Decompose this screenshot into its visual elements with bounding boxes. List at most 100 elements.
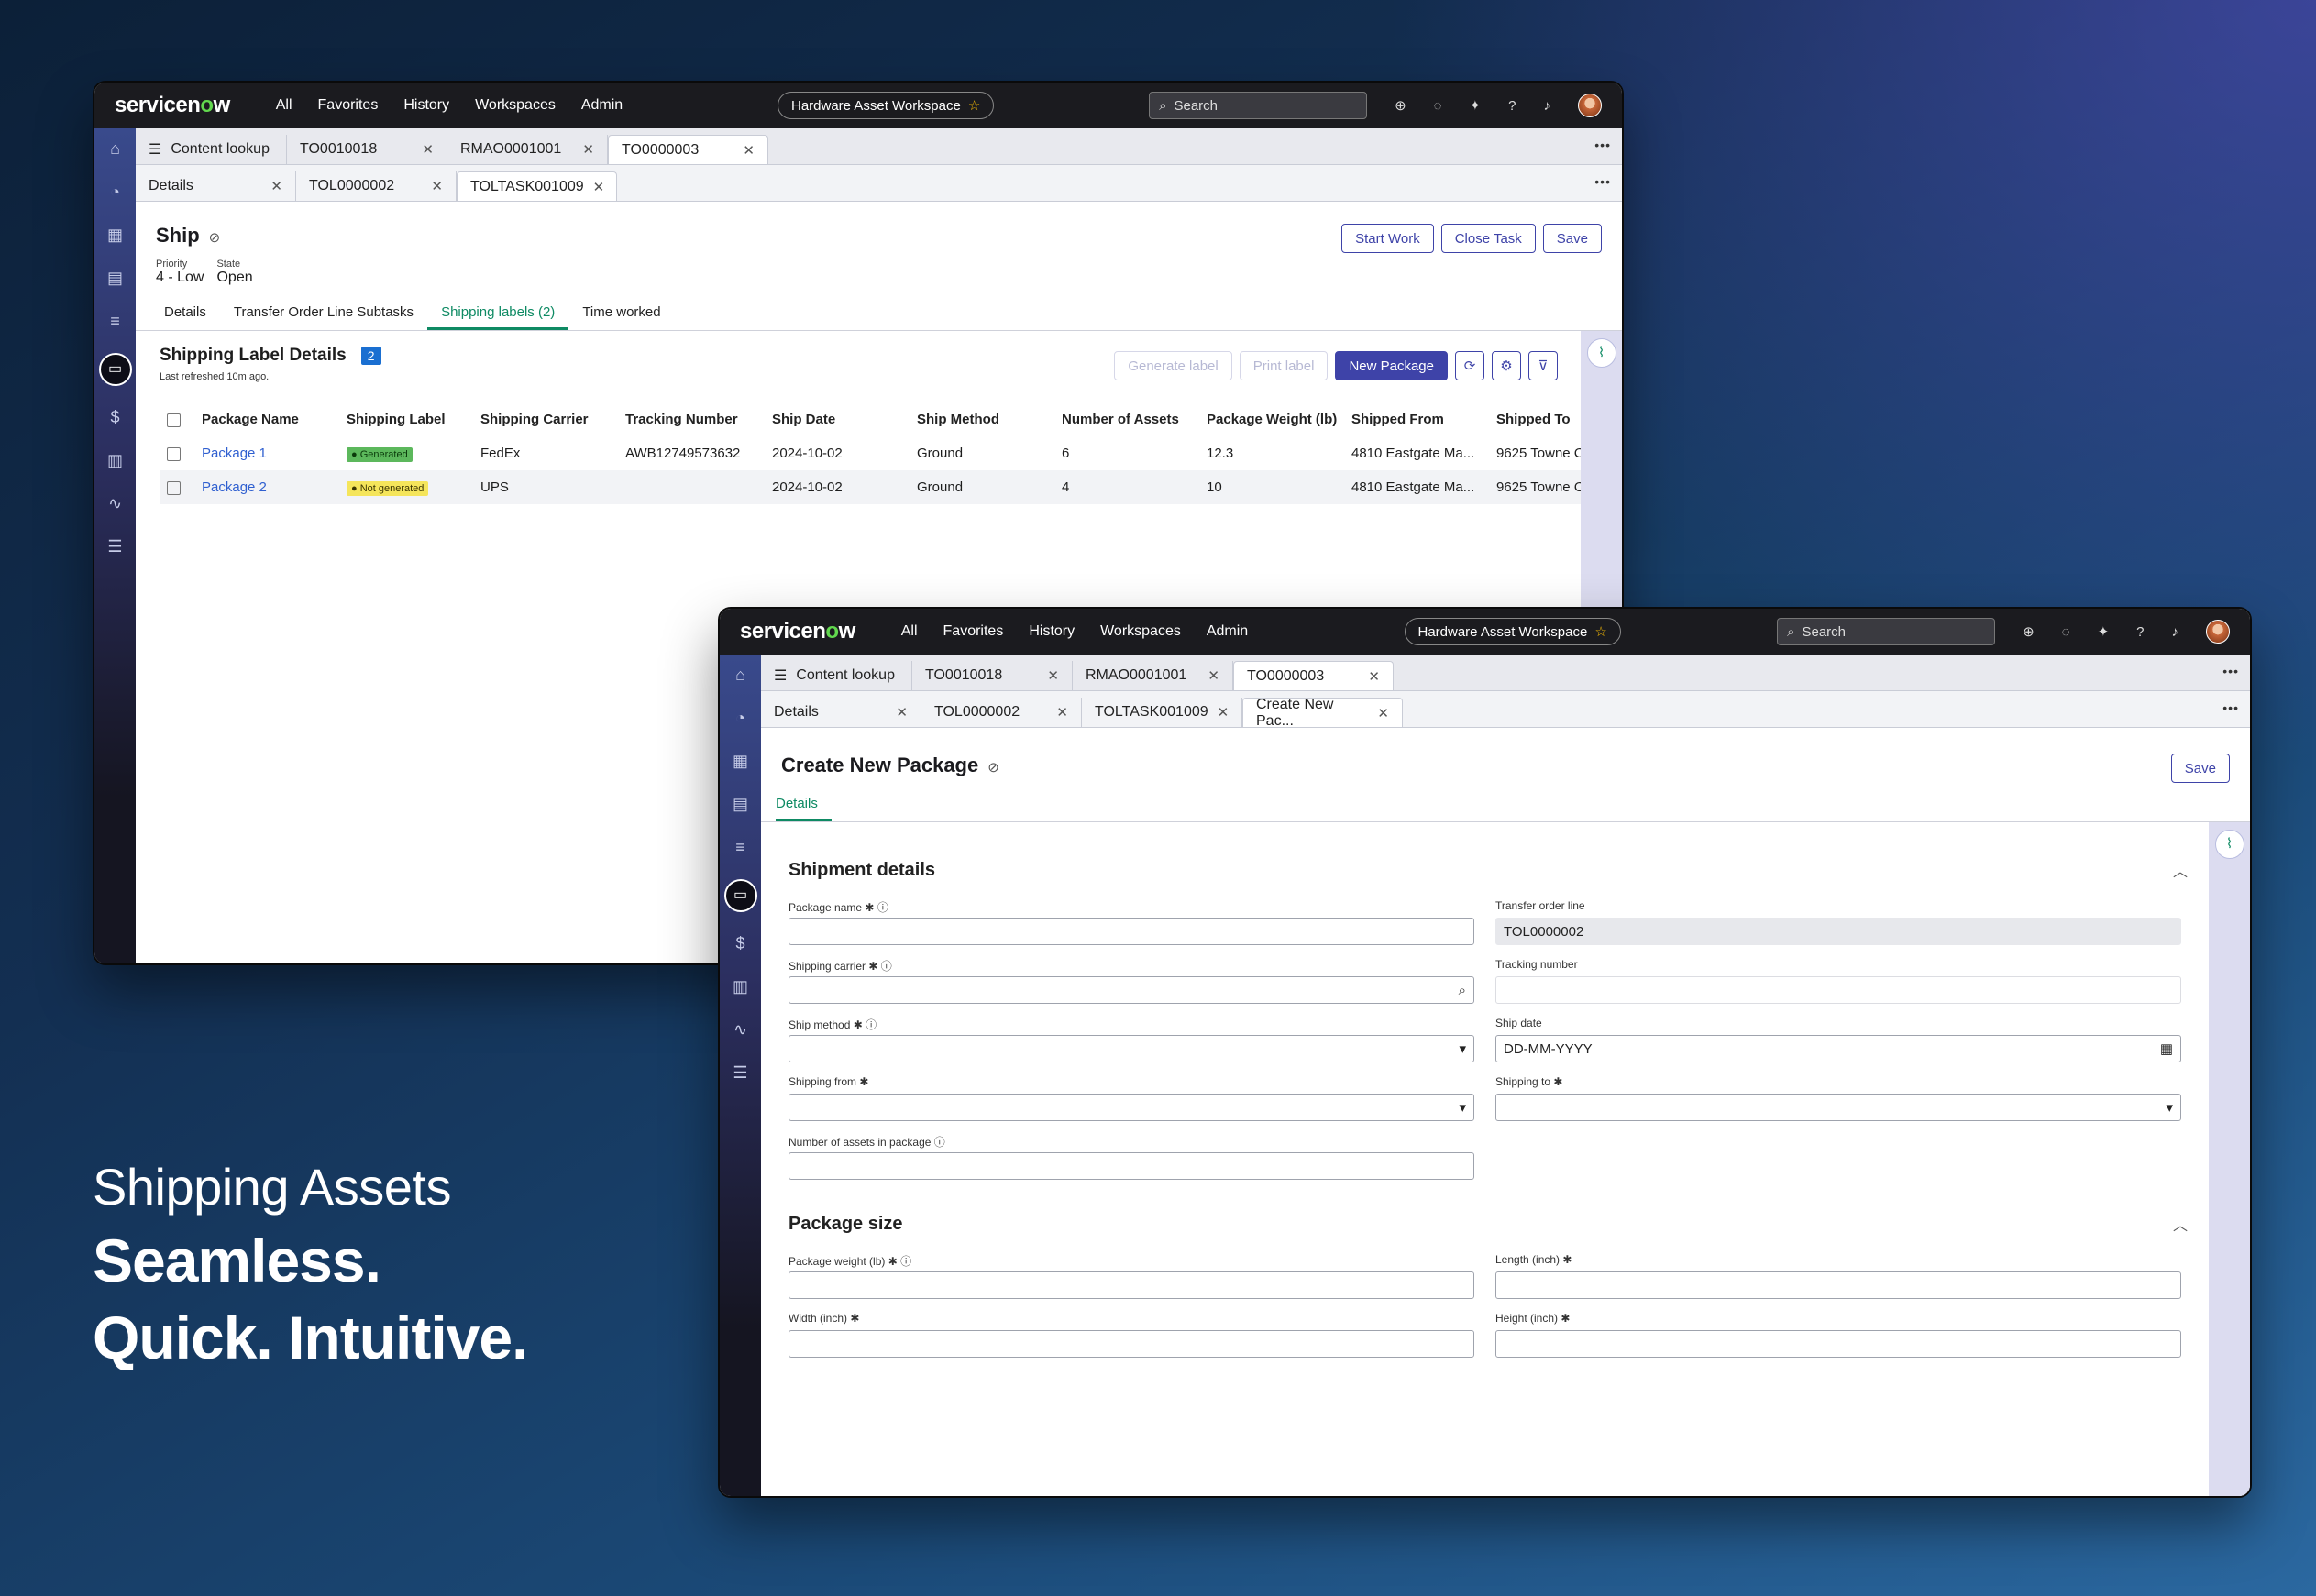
info-icon[interactable]: ⓘ	[934, 1136, 945, 1149]
nav-all[interactable]: All	[901, 623, 918, 640]
tracking-number-input[interactable]	[1495, 976, 2181, 1004]
ship-method-select[interactable]: ▾	[789, 1035, 1474, 1062]
nav-workspaces[interactable]: Workspaces	[475, 97, 556, 114]
column-header[interactable]: Shipped From	[1344, 402, 1489, 436]
tab-to0000003[interactable]: TO0000003 ✕	[608, 135, 768, 164]
start-work-button[interactable]: Start Work	[1341, 224, 1434, 253]
tab-to0010018[interactable]: TO0010018 ✕	[912, 661, 1073, 690]
books-icon[interactable]: ▥	[728, 975, 754, 998]
sliders-icon[interactable]: ≡	[728, 836, 754, 859]
tab-shipping-labels[interactable]: Shipping labels (2)	[427, 304, 569, 330]
close-icon[interactable]: ✕	[1047, 667, 1059, 684]
nav-history[interactable]: History	[403, 97, 449, 114]
tab-toltask001009[interactable]: TOLTASK001009 ✕	[457, 171, 617, 201]
more-icon[interactable]: •••	[1594, 138, 1611, 152]
shipping-to-select[interactable]: ▾	[1495, 1094, 2181, 1121]
workspace-pill[interactable]: Hardware Asset Workspace ☆	[1404, 618, 1621, 645]
row-checkbox[interactable]	[167, 446, 181, 461]
height-input[interactable]	[1495, 1330, 2181, 1358]
nav-favorites[interactable]: Favorites	[943, 623, 1004, 640]
tab-transfer-order-line-subtasks[interactable]: Transfer Order Line Subtasks	[220, 304, 427, 330]
global-search-input[interactable]: ⌕ Search	[1149, 92, 1368, 119]
shipping-carrier-input[interactable]: ⌕	[789, 976, 1474, 1004]
more-icon[interactable]: •••	[2222, 700, 2239, 715]
tab-rmao0001001[interactable]: RMAO0001001 ✕	[447, 135, 608, 164]
row-checkbox[interactable]	[167, 480, 181, 495]
shipping-from-select[interactable]: ▾	[789, 1094, 1474, 1121]
tab-rmao0001001[interactable]: RMAO0001001 ✕	[1073, 661, 1233, 690]
refresh-icon[interactable]: ⟳	[1455, 351, 1484, 380]
nav-all[interactable]: All	[276, 97, 292, 114]
close-icon[interactable]: ✕	[593, 179, 605, 195]
close-icon[interactable]: ✕	[1056, 704, 1068, 721]
save-button[interactable]: Save	[1542, 224, 1602, 253]
sliders-icon[interactable]: ≡	[103, 310, 128, 333]
close-icon[interactable]: ✕	[270, 178, 282, 194]
nav-history[interactable]: History	[1029, 623, 1075, 640]
close-icon[interactable]: ✕	[896, 704, 908, 721]
clipboard-icon[interactable]: ▤	[103, 267, 128, 290]
info-icon[interactable]: ⓘ	[900, 1255, 911, 1268]
tab-to0000003[interactable]: TO0000003 ✕	[1233, 661, 1394, 690]
tag-icon[interactable]: ⊘	[209, 230, 221, 246]
column-header[interactable]: Ship Date	[765, 402, 910, 436]
gear-icon[interactable]: ⚙	[1492, 351, 1521, 380]
help-icon[interactable]: ?	[2136, 624, 2144, 640]
star-icon[interactable]: ☆	[968, 97, 980, 114]
search-icon[interactable]: ⌕	[1459, 983, 1466, 998]
globe-icon[interactable]: ⊕	[1395, 97, 1406, 114]
global-search-input[interactable]: ⌕ Search	[1777, 618, 1996, 645]
package-link[interactable]: Package 1	[194, 436, 339, 470]
truck-icon[interactable]: ▭	[98, 353, 132, 386]
info-icon[interactable]: ⓘ	[881, 960, 892, 973]
list-icon[interactable]: ☰	[728, 1062, 754, 1084]
chevron-up-icon[interactable]: ︿	[2173, 859, 2188, 881]
close-icon[interactable]: ✕	[1208, 667, 1219, 684]
generate-label-button[interactable]: Generate label	[1114, 351, 1232, 380]
home-icon[interactable]: ⌂	[728, 664, 754, 687]
select-all-checkbox[interactable]	[167, 413, 181, 427]
truck-icon[interactable]: ▭	[723, 879, 757, 912]
table-row[interactable]: Package 2 ● Not generated UPS 2024-10-02…	[160, 470, 1581, 504]
dashboard-icon[interactable]: ◔	[728, 707, 754, 730]
close-icon[interactable]: ✕	[743, 142, 755, 159]
home-icon[interactable]: ⌂	[103, 138, 128, 160]
info-icon[interactable]: ⓘ	[866, 1018, 877, 1031]
filter-icon[interactable]: ⊽	[1528, 351, 1558, 380]
building-icon[interactable]: ▦	[728, 750, 754, 773]
dashboard-icon[interactable]: ◔	[103, 181, 128, 204]
save-button[interactable]: Save	[2170, 754, 2230, 783]
sparkle-icon[interactable]: ✦	[2098, 623, 2110, 640]
package-link[interactable]: Package 2	[194, 470, 339, 504]
building-icon[interactable]: ▦	[103, 224, 128, 247]
column-header[interactable]: Package Name	[194, 402, 339, 436]
tab-create-new-package[interactable]: Create New Pac... ✕	[1242, 697, 1403, 729]
tab-content-lookup[interactable]: ☰ Content lookup	[761, 661, 912, 690]
paperclip-icon[interactable]: ⌇	[2214, 830, 2244, 859]
chevron-up-icon[interactable]: ︿	[2173, 1213, 2188, 1235]
tab-tol0000002[interactable]: TOL0000002 ✕	[296, 171, 457, 201]
column-header[interactable]: Shipping Carrier	[473, 402, 618, 436]
table-row[interactable]: Package 1 ● Generated FedEx AWB127495736…	[160, 436, 1581, 470]
tab-details[interactable]: Details ✕	[136, 171, 296, 201]
more-icon[interactable]: •••	[2222, 664, 2239, 678]
servicenow-logo[interactable]: servicenow	[740, 619, 855, 644]
books-icon[interactable]: ▥	[103, 449, 128, 472]
tag-icon[interactable]: ⊘	[987, 760, 999, 776]
avatar[interactable]	[1577, 94, 1602, 117]
activity-icon[interactable]: ∿	[103, 492, 128, 515]
help-icon[interactable]: ?	[1508, 98, 1516, 114]
servicenow-logo[interactable]: servicenow	[115, 93, 230, 118]
activity-icon[interactable]: ∿	[728, 1018, 754, 1041]
info-icon[interactable]: ⓘ	[877, 901, 888, 914]
sparkle-icon[interactable]: ✦	[1470, 97, 1482, 114]
paperclip-icon[interactable]: ⌇	[1586, 338, 1616, 368]
workspace-pill[interactable]: Hardware Asset Workspace ☆	[778, 92, 995, 119]
num-assets-input[interactable]	[789, 1152, 1474, 1180]
close-icon[interactable]: ✕	[1368, 668, 1380, 685]
close-task-button[interactable]: Close Task	[1440, 224, 1536, 253]
nav-favorites[interactable]: Favorites	[318, 97, 379, 114]
new-package-button[interactable]: New Package	[1335, 351, 1448, 380]
close-icon[interactable]: ✕	[1377, 705, 1389, 721]
more-icon[interactable]: •••	[1594, 174, 1611, 189]
